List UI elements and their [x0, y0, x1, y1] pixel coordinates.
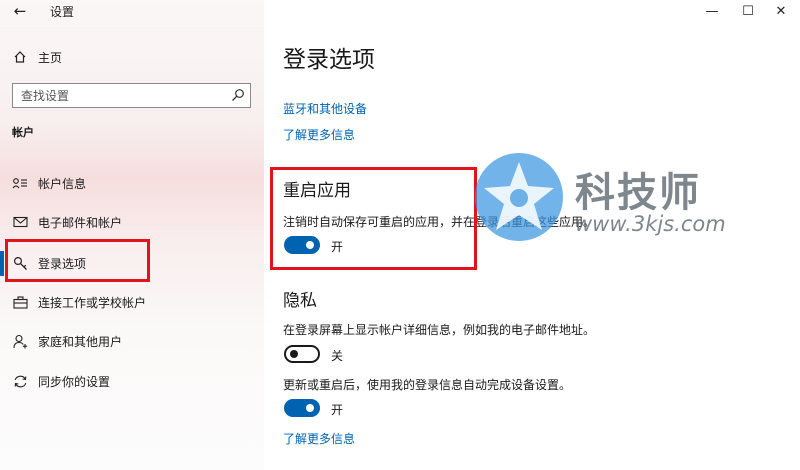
home-icon — [12, 49, 28, 65]
auto-finish-setup-description: 更新或重启后，使用我的登录信息自动完成设备设置。 — [283, 378, 572, 392]
person-list-icon — [12, 175, 28, 191]
maximize-button[interactable]: ☐ — [733, 1, 763, 21]
show-account-details-description: 在登录屏幕上显示帐户详细信息，例如我的电子邮件地址。 — [283, 323, 596, 337]
watermark-logo-icon — [475, 153, 563, 241]
sidebar-item-label: 主页 — [38, 50, 63, 65]
restart-apps-toggle[interactable] — [284, 236, 320, 254]
learn-more-link[interactable]: 了解更多信息 — [283, 126, 355, 143]
sidebar-item-label: 登录选项 — [38, 256, 87, 271]
bluetooth-devices-link[interactable]: 蓝牙和其他设备 — [283, 100, 367, 117]
add-person-icon — [12, 333, 28, 349]
sidebar-item-label: 连接工作或学校帐户 — [38, 295, 147, 310]
search-box — [12, 83, 251, 108]
toggle-knob — [306, 404, 314, 412]
sidebar-item-work-school[interactable]: 连接工作或学校帐户 — [0, 287, 264, 317]
minimize-icon: — — [705, 3, 719, 19]
toggle-state-label: 关 — [331, 349, 344, 363]
toggle-knob — [290, 350, 298, 358]
section-heading-accounts: 帐户 — [12, 126, 34, 139]
back-button[interactable]: ← — [8, 1, 32, 21]
privacy-title: 隐私 — [283, 291, 317, 311]
restart-apps-description: 注销时自动保存可重启的应用，并在登录后重启这些应用。 — [283, 215, 596, 229]
sidebar-item-account-info[interactable]: 帐户信息 — [0, 168, 264, 198]
key-icon — [12, 255, 28, 271]
sidebar-item-email-accounts[interactable]: 电子邮件和帐户 — [0, 207, 264, 237]
sidebar-item-home[interactable]: 主页 — [0, 42, 264, 72]
toggle-knob — [306, 241, 314, 249]
sync-icon — [12, 373, 28, 389]
minimize-button[interactable]: — — [697, 1, 727, 21]
page-title: 登录选项 — [283, 47, 375, 73]
sidebar-item-label: 电子邮件和帐户 — [38, 215, 123, 230]
toggle-state-label: 开 — [331, 240, 344, 254]
watermark: 科技师 www.3kjs.com — [472, 150, 772, 245]
maximize-icon: ☐ — [742, 3, 754, 19]
sidebar: ← 设置 主页 帐户 帐户信息 电子邮件和帐户 登录选项 — [0, 0, 264, 470]
sidebar-item-label: 家庭和其他用户 — [38, 334, 123, 349]
privacy-learn-more-link[interactable]: 了解更多信息 — [283, 430, 355, 447]
search-input[interactable] — [21, 87, 221, 104]
mail-icon — [12, 214, 28, 230]
watermark-url: www.3kjs.com — [575, 212, 726, 236]
search-icon[interactable] — [230, 87, 246, 103]
sidebar-item-sign-in-options[interactable]: 登录选项 — [0, 248, 264, 278]
sidebar-item-family-users[interactable]: 家庭和其他用户 — [0, 326, 264, 356]
auto-finish-setup-toggle[interactable] — [284, 399, 320, 417]
toggle-state-label: 开 — [331, 403, 344, 417]
show-account-details-toggle[interactable] — [284, 345, 320, 363]
app-title: 设置 — [50, 5, 75, 19]
close-button[interactable]: ✕ — [766, 1, 796, 21]
watermark-name: 科技师 — [575, 170, 701, 216]
sidebar-item-label: 同步你的设置 — [38, 374, 111, 389]
sidebar-item-label: 帐户信息 — [38, 176, 87, 191]
restart-apps-title: 重启应用 — [283, 181, 351, 201]
briefcase-icon — [12, 294, 28, 310]
close-icon: ✕ — [775, 3, 787, 19]
back-arrow-icon: ← — [13, 2, 27, 20]
sidebar-item-sync-settings[interactable]: 同步你的设置 — [0, 366, 264, 396]
